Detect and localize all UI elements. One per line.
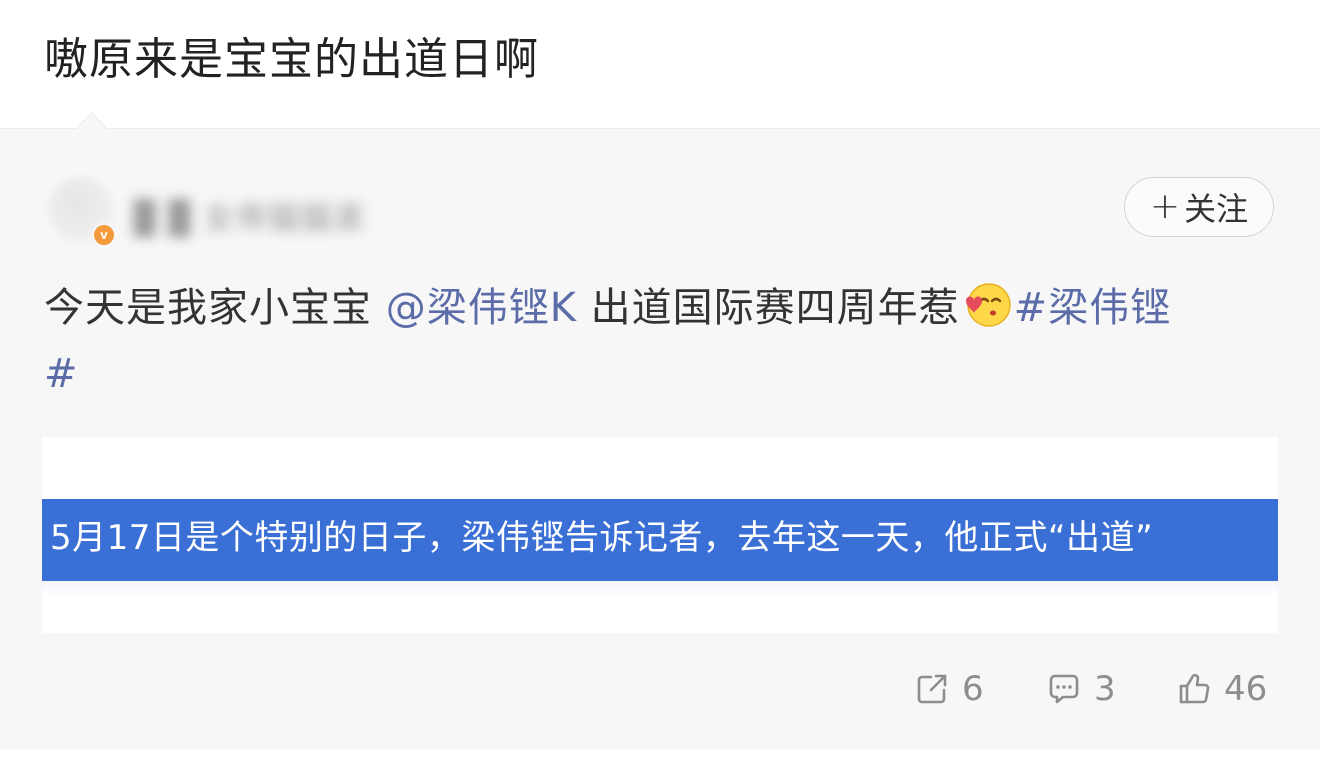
- comment-text: 嗷原来是宝宝的出道日啊: [44, 34, 539, 85]
- comment-count: 3: [1094, 669, 1116, 709]
- post-text: 今天是我家小宝宝 @梁伟铿K 出道国际赛四周年惹 #梁伟铿 #: [44, 275, 1284, 407]
- image-top-area: [42, 437, 1278, 499]
- bubble-arrow: [75, 112, 108, 145]
- hashtag-link-end[interactable]: #: [44, 351, 79, 397]
- follow-button[interactable]: + 关注: [1124, 177, 1274, 237]
- author-row[interactable]: v ▉ ▉ 女帝猫猫滚: [44, 173, 484, 249]
- kiss-emoji-icon: [962, 279, 1012, 329]
- follow-label: 关注: [1184, 190, 1249, 228]
- author-name[interactable]: ▉ ▉ 女帝猫猫滚: [134, 193, 364, 239]
- weibo-comment-view: 嗷原来是宝宝的出道日啊 v ▉ ▉ 女帝猫猫滚 + 关注 今天是我家小宝宝 @梁…: [0, 0, 1320, 780]
- like-button[interactable]: 46: [1176, 669, 1267, 709]
- comment-icon: [1049, 674, 1079, 704]
- repost-count: 6: [962, 669, 984, 709]
- repost-icon: [917, 674, 947, 704]
- post-image[interactable]: 5月17日是个特别的日子，梁伟铿告诉记者，去年这一天，他正式“出道”: [42, 437, 1278, 633]
- post-text-before: 今天是我家小宝宝: [44, 285, 386, 331]
- hashtag-link[interactable]: #梁伟铿: [1014, 285, 1172, 331]
- action-bar: 6 3 46: [0, 669, 1320, 729]
- like-icon: [1179, 673, 1210, 704]
- plus-icon: +: [1149, 186, 1181, 227]
- repost-button[interactable]: 6: [914, 669, 984, 709]
- mention-link[interactable]: @梁伟铿K: [386, 285, 577, 331]
- image-band-text: 5月17日是个特别的日子，梁伟铿告诉记者，去年这一天，他正式“出道”: [50, 518, 1154, 558]
- verified-badge-icon: v: [92, 223, 116, 247]
- post-text-middle: 出道国际赛四周年惹: [576, 285, 960, 331]
- quoted-post-card[interactable]: v ▉ ▉ 女帝猫猫滚 + 关注 今天是我家小宝宝 @梁伟铿K 出道国际赛四周年…: [0, 112, 1320, 750]
- comment-button[interactable]: 3: [1046, 669, 1116, 709]
- like-count: 46: [1224, 669, 1268, 709]
- image-lower-area: [42, 581, 1278, 633]
